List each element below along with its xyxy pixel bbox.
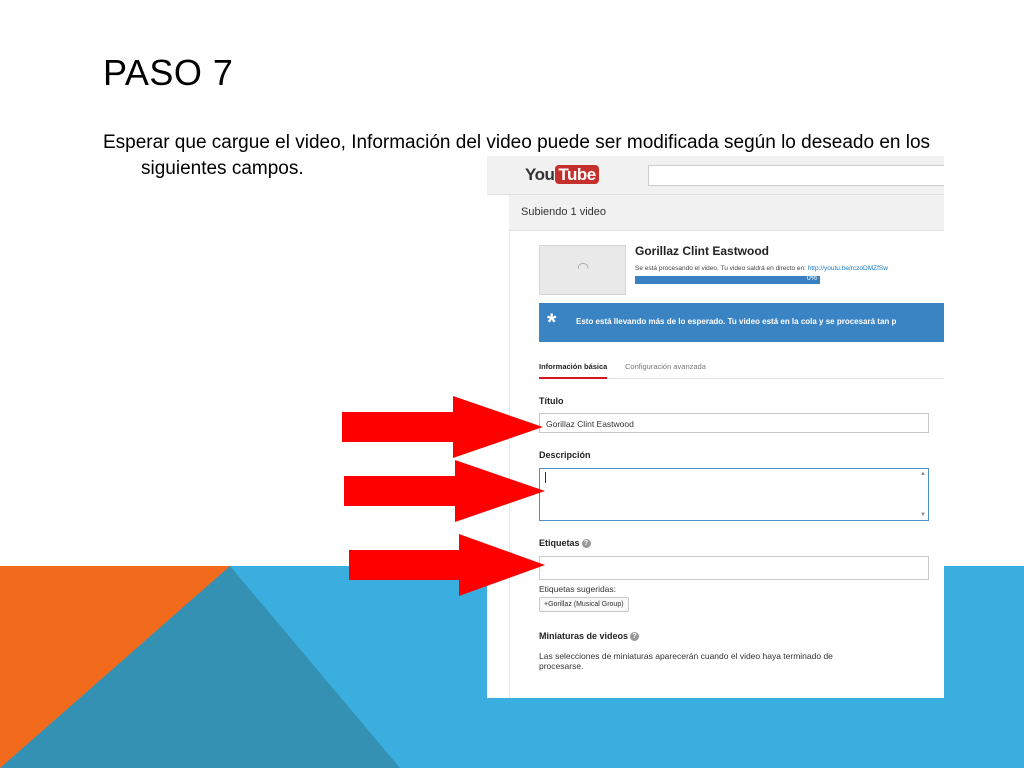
youtube-logo[interactable]: You Tube — [525, 165, 599, 185]
red-arrow-description — [344, 460, 545, 522]
processing-notice: * Esto está llevando más de lo esperado.… — [539, 303, 944, 342]
description-label: Descripción — [539, 450, 591, 460]
tab-basic-info[interactable]: Información básica — [539, 362, 608, 379]
progress-label: 0% — [806, 275, 817, 282]
youtube-header: You Tube — [487, 156, 944, 195]
thumbnails-label: Miniaturas de videos — [539, 631, 629, 641]
logo-tube: Tube — [555, 165, 599, 184]
red-arrow-title — [342, 396, 543, 458]
scroll-down-icon[interactable]: ▼ — [920, 512, 926, 518]
help-icon[interactable]: ? — [581, 539, 591, 548]
video-title: Gorillaz Clint Eastwood — [635, 244, 770, 258]
asterisk-icon: * — [547, 309, 557, 336]
youtube-upload-screenshot: You Tube Subiendo 1 video ◠ Gorillaz Clin… — [487, 156, 944, 698]
processing-text: Se está procesando el video. Tu video sa… — [635, 265, 806, 272]
video-thumbnail: ◠ — [539, 245, 626, 295]
slide-title: PASO 7 — [103, 52, 234, 93]
upload-progress-bar: 0% — [635, 275, 820, 284]
info-tabs: Información básica Configuración avanzad… — [539, 356, 944, 379]
red-arrow-tags — [349, 534, 545, 596]
thumbnails-note: Las selecciones de miniaturas aparecerán… — [539, 651, 833, 671]
upload-status-bar: Subiendo 1 video — [509, 195, 944, 231]
tab-advanced-settings[interactable]: Configuración avanzada — [625, 362, 706, 371]
description-field[interactable]: ▲ ▼ — [539, 468, 929, 521]
logo-you: You — [525, 165, 555, 184]
suggested-tag-chip[interactable]: +Gorillaz (Musical Group) — [539, 597, 629, 612]
loading-spinner-icon: ◠ — [577, 259, 590, 275]
tags-field[interactable] — [539, 556, 929, 580]
scroll-up-icon[interactable]: ▲ — [920, 471, 926, 477]
suggested-tags-label: Etiquetas sugeridas: — [539, 584, 617, 594]
upload-status-text: Subiendo 1 video — [521, 206, 607, 218]
search-input[interactable] — [648, 165, 944, 186]
title-field-value: Gorillaz Clint Eastwood — [546, 419, 634, 429]
video-link[interactable]: http://youtu.be/rczoDMZfSw — [808, 265, 888, 272]
help-icon[interactable]: ? — [630, 632, 640, 641]
title-field[interactable]: Gorillaz Clint Eastwood — [539, 413, 929, 433]
processing-message: Se está procesando el video. Tu video sa… — [635, 265, 888, 272]
thumbnails-label-row: Miniaturas de videos? — [539, 631, 640, 641]
notice-text: Esto está llevando más de lo esperado. T… — [576, 317, 897, 326]
